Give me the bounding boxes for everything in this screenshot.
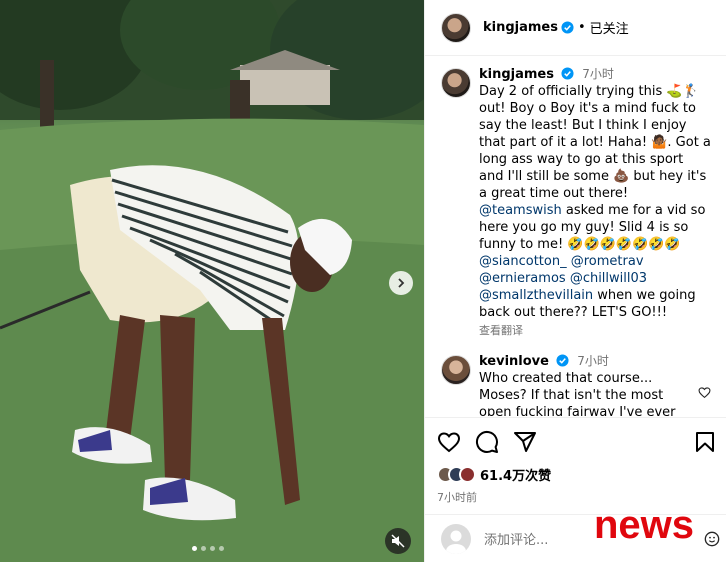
caption-timestamp[interactable]: 7小时 [582,67,614,81]
comment-text: Who created that course... Moses? If tha… [479,371,676,416]
mute-button[interactable] [385,528,411,554]
chevron-right-icon [398,278,405,288]
caption-text: Day 2 of officially trying this ⛳🏌 out! … [479,84,711,201]
current-user-avatar [441,523,471,554]
caption: kingjames 7小时 Day 2 of officially trying… [441,66,711,339]
news-watermark: news [594,503,695,547]
caption-text-block: kingjames 7小时 Day 2 of officially trying… [479,66,711,339]
header-separator: • [578,20,586,35]
likes-summary[interactable]: 61.4万次赞 [437,465,717,484]
author-username[interactable]: kingjames [483,20,558,35]
caption-author-avatar[interactable] [441,68,471,98]
post-actions: 61.4万次赞 7小时前 [425,417,726,505]
post-header: kingjames • 已关注 [425,0,726,56]
liker-avatars [437,466,476,483]
carousel-next-button[interactable] [389,271,413,295]
verified-badge-icon [561,21,574,34]
carousel-dot [192,546,197,551]
mention-link[interactable]: @teamswish [479,203,562,218]
commenter-username[interactable]: kevinlove [479,354,549,369]
mention-link[interactable]: @ernieramos [479,271,566,286]
post-video[interactable] [0,0,424,562]
follow-status-button[interactable]: 已关注 [590,18,629,37]
share-send-icon[interactable] [513,430,537,454]
comment-like-heart-icon[interactable] [698,386,711,399]
carousel-dot [201,546,206,551]
comment-text-block: kevinlove 7小时 Who created that course...… [479,353,694,416]
carousel-dot [210,546,215,551]
add-comment-input[interactable]: 添加评论... [484,529,548,548]
verified-badge-icon [556,354,569,367]
mention-link[interactable]: @siancotton_ [479,254,567,269]
carousel-indicator [192,546,224,551]
default-user-icon [446,530,466,554]
comment-timestamp[interactable]: 7小时 [577,354,609,368]
verified-badge-icon [561,67,574,80]
mention-link[interactable]: @rometrav [571,254,644,269]
video-frame-illustration [0,0,424,562]
mention-link[interactable]: @chillwill03 [570,271,647,286]
post-details-panel: kingjames • 已关注 kingjames 7小时 Day 2 of o… [424,0,726,562]
comment-bubble-icon[interactable] [475,430,499,454]
comment-item: kevinlove 7小时 Who created that course...… [441,353,711,416]
see-translation-link[interactable]: 查看翻译 [479,322,711,339]
comments-scroll-area[interactable]: kingjames 7小时 Day 2 of officially trying… [425,56,726,416]
author-avatar[interactable] [441,12,471,43]
action-icons-row [437,430,717,454]
carousel-dot [219,546,224,551]
commenter-avatar[interactable] [441,355,471,385]
mention-link[interactable]: @smallzthevillain [479,288,593,303]
emoji-icon[interactable] [704,531,720,547]
speaker-muted-icon [391,534,405,548]
like-count[interactable]: 61.4万次赞 [480,465,551,484]
bookmark-icon[interactable] [693,430,717,454]
like-heart-icon[interactable] [437,430,461,454]
liker-avatar [459,466,476,483]
caption-author-username[interactable]: kingjames [479,67,554,82]
